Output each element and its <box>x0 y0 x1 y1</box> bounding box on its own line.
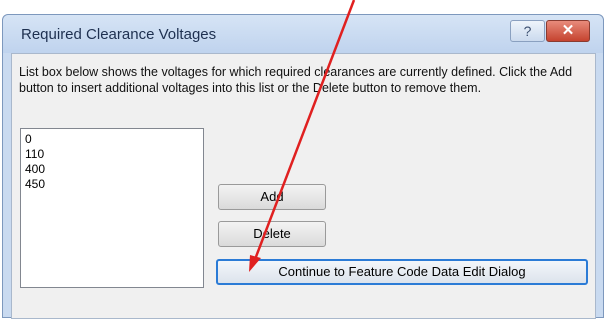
close-icon: ✕ <box>561 22 575 39</box>
delete-button[interactable]: Delete <box>218 221 326 247</box>
dialog-window: Required Clearance Voltages ? ✕ List box… <box>2 14 604 319</box>
instructions-text: List box below shows the voltages for wh… <box>19 65 573 95</box>
background-strip <box>0 0 606 14</box>
title-bar: Required Clearance Voltages ? ✕ <box>3 15 603 53</box>
help-button[interactable]: ? <box>510 20 545 42</box>
close-button[interactable]: ✕ <box>546 20 590 42</box>
list-item[interactable]: 400 <box>25 162 203 177</box>
list-item[interactable]: 110 <box>25 147 203 162</box>
voltage-listbox[interactable]: 0 110 400 450 <box>20 128 204 288</box>
list-item[interactable]: 450 <box>25 177 203 192</box>
help-icon: ? <box>523 23 532 39</box>
dialog-body: List box below shows the voltages for wh… <box>11 53 596 319</box>
continue-button[interactable]: Continue to Feature Code Data Edit Dialo… <box>216 259 588 285</box>
dialog-title: Required Clearance Voltages <box>21 26 217 43</box>
add-button[interactable]: Add <box>218 184 326 210</box>
list-item[interactable]: 0 <box>25 132 203 147</box>
